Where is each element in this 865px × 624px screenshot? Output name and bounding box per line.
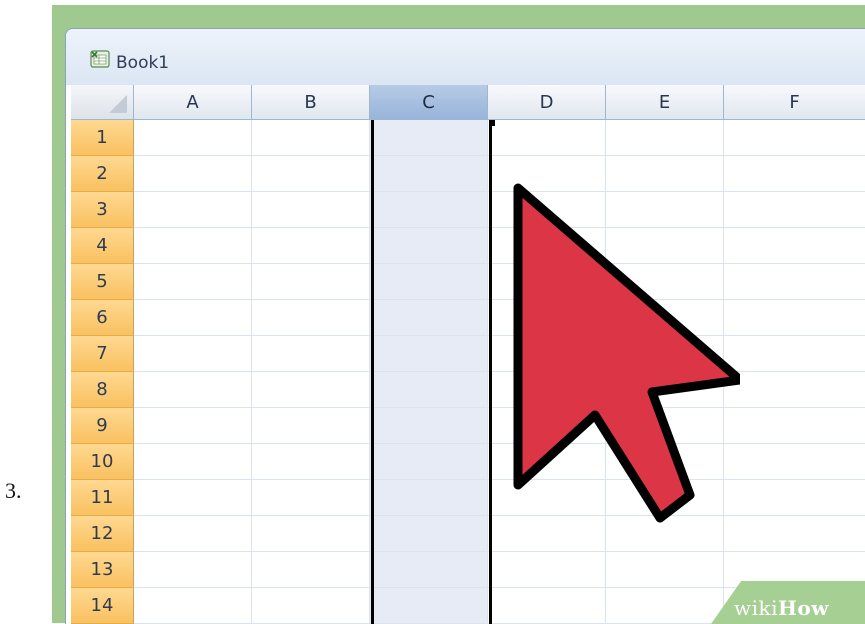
- row-header-1[interactable]: 1: [71, 120, 134, 156]
- cell-a6[interactable]: [134, 300, 252, 336]
- cell-f7[interactable]: [724, 336, 865, 372]
- cell-a3[interactable]: [134, 192, 252, 228]
- cell-d13[interactable]: [488, 552, 606, 588]
- window-titlebar: Book1: [66, 29, 865, 85]
- wikihow-watermark: wikiHow: [734, 596, 829, 620]
- cell-a7[interactable]: [134, 336, 252, 372]
- column-header-e[interactable]: E: [606, 85, 724, 120]
- cell-b4[interactable]: [252, 228, 370, 264]
- cell-b9[interactable]: [252, 408, 370, 444]
- row-header-13[interactable]: 13: [71, 552, 134, 588]
- cell-a5[interactable]: [134, 264, 252, 300]
- cell-f2[interactable]: [724, 156, 865, 192]
- excel-workbook-icon: [90, 50, 110, 68]
- cell-b10[interactable]: [252, 444, 370, 480]
- column-header-a[interactable]: A: [134, 85, 252, 120]
- cell-a9[interactable]: [134, 408, 252, 444]
- cell-b13[interactable]: [252, 552, 370, 588]
- row-header-4[interactable]: 4: [71, 228, 134, 264]
- cell-f5[interactable]: [724, 264, 865, 300]
- cell-b11[interactable]: [252, 480, 370, 516]
- row-header-3[interactable]: 3: [71, 192, 134, 228]
- column-header-d[interactable]: D: [488, 85, 606, 120]
- cell-a10[interactable]: [134, 444, 252, 480]
- cell-f8[interactable]: [724, 372, 865, 408]
- step-number: 3.: [5, 478, 22, 503]
- cell-a13[interactable]: [134, 552, 252, 588]
- cell-b14[interactable]: [252, 588, 370, 624]
- cell-b3[interactable]: [252, 192, 370, 228]
- cell-a4[interactable]: [134, 228, 252, 264]
- cell-a8[interactable]: [134, 372, 252, 408]
- row-header-6[interactable]: 6: [71, 300, 134, 336]
- cell-b12[interactable]: [252, 516, 370, 552]
- row-header-14[interactable]: 14: [71, 588, 134, 624]
- cell-d14[interactable]: [488, 588, 606, 624]
- cell-b7[interactable]: [252, 336, 370, 372]
- select-all-triangle-icon: [109, 95, 127, 113]
- cell-b5[interactable]: [252, 264, 370, 300]
- row-header-7[interactable]: 7: [71, 336, 134, 372]
- cell-b2[interactable]: [252, 156, 370, 192]
- cell-f12[interactable]: [724, 516, 865, 552]
- row-header-9[interactable]: 9: [71, 408, 134, 444]
- cell-a2[interactable]: [134, 156, 252, 192]
- cell-f11[interactable]: [724, 480, 865, 516]
- column-header-c[interactable]: C: [370, 85, 488, 120]
- cell-b1[interactable]: [252, 120, 370, 156]
- column-header-b[interactable]: B: [252, 85, 370, 120]
- cell-f9[interactable]: [724, 408, 865, 444]
- cell-a1[interactable]: [134, 120, 252, 156]
- cell-b6[interactable]: [252, 300, 370, 336]
- cell-a12[interactable]: [134, 516, 252, 552]
- cell-e14[interactable]: [606, 588, 724, 624]
- cell-f10[interactable]: [724, 444, 865, 480]
- select-all-button[interactable]: [71, 85, 134, 120]
- cell-f1[interactable]: [724, 120, 865, 156]
- selection-border-left: [371, 120, 374, 624]
- cell-b8[interactable]: [252, 372, 370, 408]
- mouse-pointer-arrow-icon: [513, 183, 740, 523]
- row-header-5[interactable]: 5: [71, 264, 134, 300]
- window-title: Book1: [116, 53, 170, 73]
- cell-f4[interactable]: [724, 228, 865, 264]
- cell-c14[interactable]: [370, 588, 488, 624]
- cell-e13[interactable]: [606, 552, 724, 588]
- cell-c13[interactable]: [370, 552, 488, 588]
- column-header-f[interactable]: F: [724, 85, 865, 120]
- cell-a11[interactable]: [134, 480, 252, 516]
- row-header-11[interactable]: 11: [71, 480, 134, 516]
- row-header-12[interactable]: 12: [71, 516, 134, 552]
- cell-a14[interactable]: [134, 588, 252, 624]
- cell-f3[interactable]: [724, 192, 865, 228]
- row-header-8[interactable]: 8: [71, 372, 134, 408]
- row-header-10[interactable]: 10: [71, 444, 134, 480]
- row-header-2[interactable]: 2: [71, 156, 134, 192]
- cell-f6[interactable]: [724, 300, 865, 336]
- fill-handle[interactable]: [489, 120, 495, 126]
